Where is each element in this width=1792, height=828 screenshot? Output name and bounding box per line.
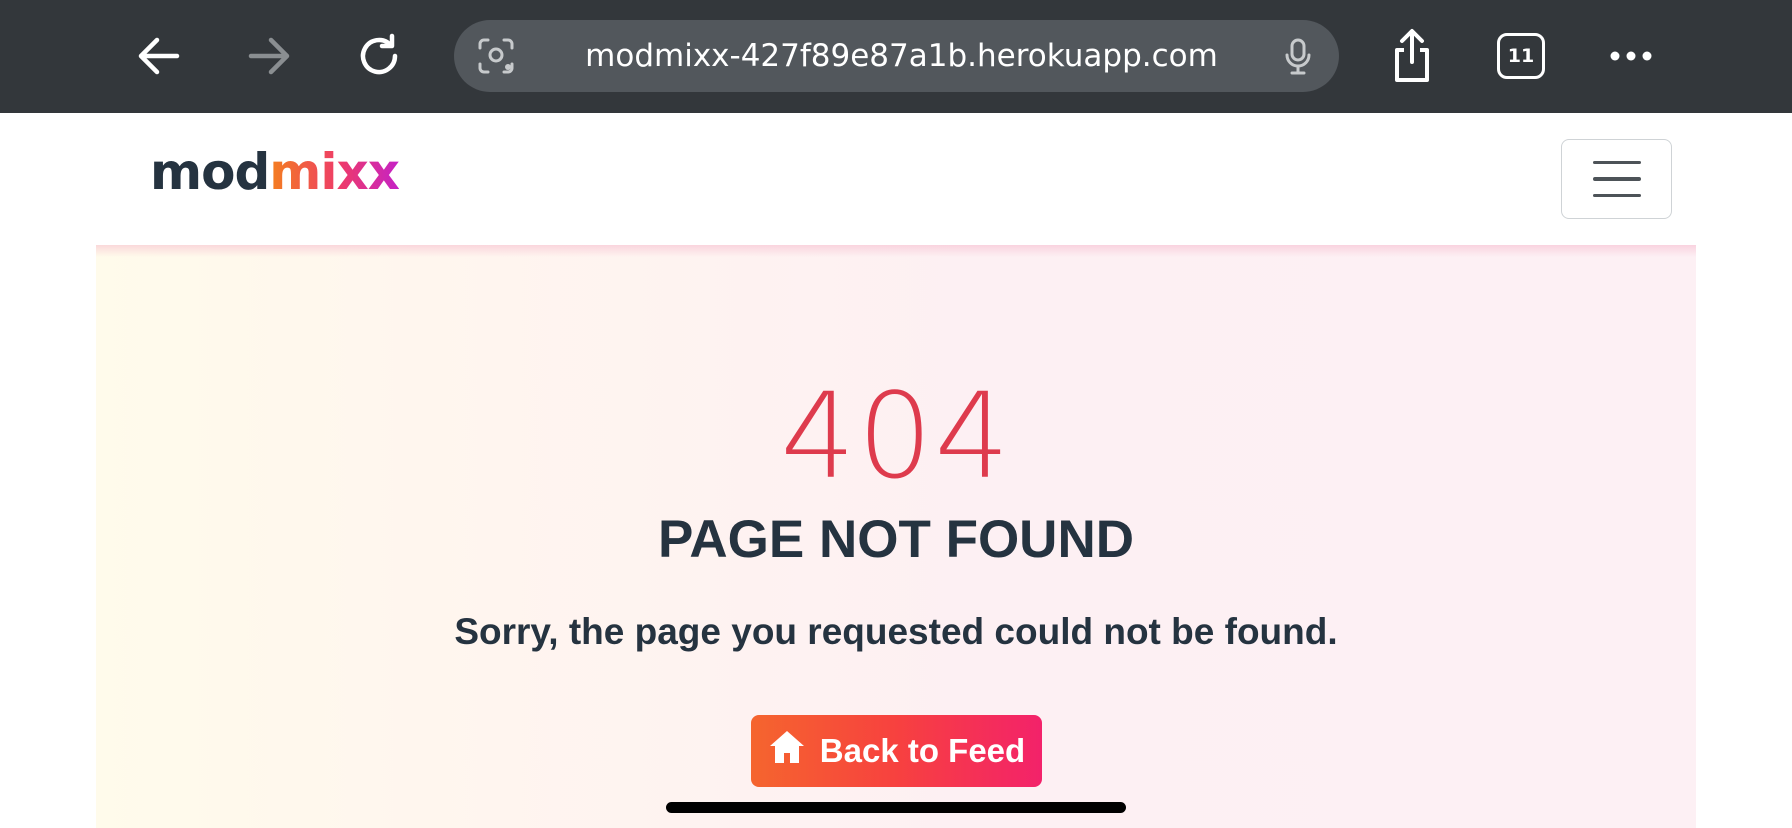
page-title: PAGE NOT FOUND <box>657 510 1135 569</box>
error-message: Sorry, the page you requested could not … <box>454 611 1338 652</box>
site-logo[interactable]: modmixx <box>150 147 400 197</box>
hamburger-icon[interactable] <box>1561 139 1672 219</box>
more-icon[interactable] <box>1599 24 1663 88</box>
home-indicator <box>666 802 1126 813</box>
logo-part-mod: mod <box>150 143 270 201</box>
back-arrow-icon[interactable] <box>127 24 191 88</box>
back-to-feed-label: Back to Feed <box>819 732 1026 769</box>
share-icon[interactable] <box>1380 24 1444 88</box>
logo-part-mixx: mixx <box>269 143 400 201</box>
microphone-icon[interactable] <box>1278 36 1318 76</box>
tabs-icon[interactable]: 11 <box>1497 33 1545 79</box>
site-navbar: modmixx <box>0 113 1792 245</box>
browser-toolbar: modmixx-427f89e87a1b.herokuapp.com 11 <box>0 0 1792 113</box>
error-page-panel: 404 PAGE NOT FOUND Sorry, the page you r… <box>96 245 1696 828</box>
back-to-feed-button[interactable]: Back to Feed <box>751 715 1042 787</box>
error-code: 404 <box>780 367 1012 505</box>
address-bar[interactable]: modmixx-427f89e87a1b.herokuapp.com <box>454 20 1339 92</box>
url-text[interactable]: modmixx-427f89e87a1b.herokuapp.com <box>454 20 1339 92</box>
home-icon <box>768 729 806 773</box>
forward-arrow-icon[interactable] <box>237 24 301 88</box>
reload-icon[interactable] <box>347 24 411 88</box>
